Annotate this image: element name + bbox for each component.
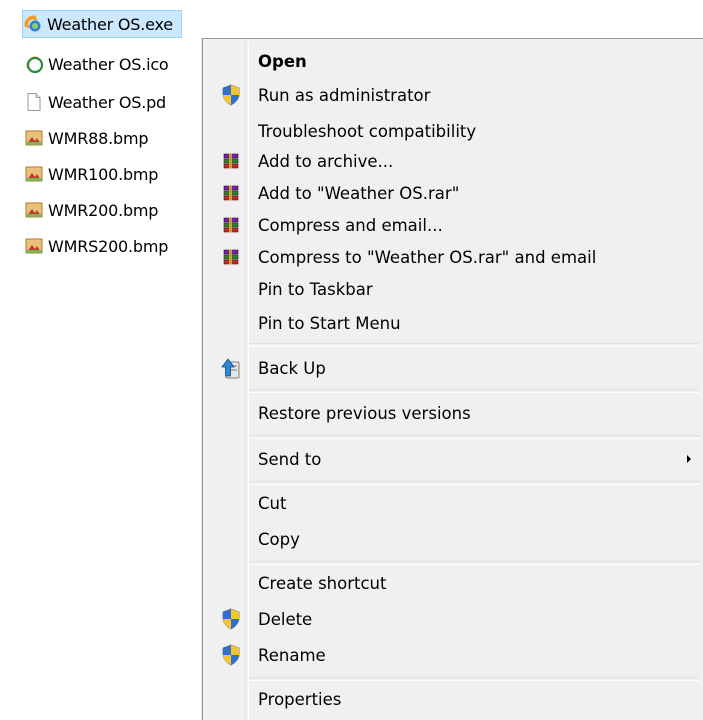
menu-item-compress-and-email[interactable]: Compress and email... [205, 209, 701, 241]
menu-item-label: Add to "Weather OS.rar" [258, 183, 460, 203]
weather-os-app-icon [23, 14, 43, 34]
desktop-window: Weather OS.exe Weather OS.ico Weather OS… [0, 0, 703, 720]
menu-item-pin-to-start-menu[interactable]: Pin to Start Menu [205, 307, 701, 339]
uac-shield-icon [219, 607, 243, 631]
menu-item-label: Properties [258, 689, 342, 709]
menu-item-back-up[interactable]: Back Up [205, 352, 701, 384]
file-name: Weather OS.ico [48, 54, 169, 74]
menu-item-add-to-weather-os-rar[interactable]: Add to "Weather OS.rar" [205, 177, 701, 209]
menu-item-label: Pin to Taskbar [258, 279, 373, 299]
winrar-books-icon [219, 149, 243, 173]
menu-item-restore-previous-versions[interactable]: Restore previous versions [205, 397, 701, 429]
winrar-books-icon [219, 213, 243, 237]
menu-item-send-to[interactable]: Send to [205, 443, 701, 475]
uac-shield-icon [219, 643, 243, 667]
bitmap-image-icon [24, 164, 44, 184]
menu-item-label: Troubleshoot compatibility [258, 121, 477, 141]
menu-separator [249, 343, 699, 347]
menu-separator [249, 561, 699, 565]
submenu-arrow-icon [687, 455, 691, 463]
menu-item-compress-to-rar-and-email[interactable]: Compress to "Weather OS.rar" and email [205, 241, 701, 273]
file-item-wmr200-bmp[interactable]: WMR200.bmp [24, 196, 158, 224]
menu-item-label: Create shortcut [258, 573, 387, 593]
file-name: WMRS200.bmp [48, 236, 169, 256]
file-item-wmr88-bmp[interactable]: WMR88.bmp [24, 124, 148, 152]
menu-item-cut[interactable]: Cut [205, 487, 701, 519]
uac-shield-icon [219, 83, 243, 107]
menu-item-label: Compress to "Weather OS.rar" and email [258, 247, 597, 267]
menu-separator [249, 677, 699, 681]
menu-item-label: Open [258, 51, 307, 71]
backup-arrow-icon [219, 356, 243, 380]
winrar-books-icon [219, 181, 243, 205]
menu-separator [249, 389, 699, 393]
file-name: Weather OS.exe [47, 14, 173, 34]
file-name: WMR100.bmp [48, 164, 159, 184]
context-menu: Open Run as administrator Troubleshoot c… [202, 38, 703, 720]
weather-os-ico-icon [24, 54, 44, 74]
menu-item-run-as-administrator[interactable]: Run as administrator [205, 79, 701, 111]
file-item-weather-os-pd[interactable]: Weather OS.pd [24, 88, 166, 116]
menu-item-troubleshoot-compatibility[interactable]: Troubleshoot compatibility [205, 115, 701, 147]
menu-item-open[interactable]: Open [205, 45, 701, 77]
bitmap-image-icon [24, 200, 44, 220]
menu-separator [249, 481, 699, 485]
file-list: Weather OS.exe Weather OS.ico Weather OS… [0, 0, 210, 270]
file-item-weather-os-ico[interactable]: Weather OS.ico [24, 50, 169, 78]
menu-item-copy[interactable]: Copy [205, 523, 701, 555]
winrar-books-icon [219, 245, 243, 269]
file-item-wmrs200-bmp[interactable]: WMRS200.bmp [24, 232, 168, 260]
menu-item-label: Send to [258, 449, 322, 469]
menu-item-label: Run as administrator [258, 85, 431, 105]
menu-item-properties[interactable]: Properties [205, 683, 701, 715]
menu-item-rename[interactable]: Rename [205, 639, 701, 671]
menu-item-label: Rename [258, 645, 326, 665]
menu-separator [249, 435, 699, 439]
menu-item-label: Back Up [258, 358, 326, 378]
menu-item-label: Restore previous versions [258, 403, 471, 423]
menu-item-label: Pin to Start Menu [258, 313, 401, 333]
file-item-wmr100-bmp[interactable]: WMR100.bmp [24, 160, 158, 188]
menu-item-delete[interactable]: Delete [205, 603, 701, 635]
file-item-weather-os-exe[interactable]: Weather OS.exe [22, 10, 182, 38]
bitmap-image-icon [24, 236, 44, 256]
blank-file-icon [24, 92, 44, 112]
menu-item-label: Cut [258, 493, 287, 513]
file-name: Weather OS.pd [48, 92, 167, 112]
menu-item-label: Compress and email... [258, 215, 443, 235]
menu-item-label: Delete [258, 609, 313, 629]
bitmap-image-icon [24, 128, 44, 148]
menu-item-create-shortcut[interactable]: Create shortcut [205, 567, 701, 599]
menu-item-add-to-archive[interactable]: Add to archive... [205, 145, 701, 177]
menu-item-pin-to-taskbar[interactable]: Pin to Taskbar [205, 273, 701, 305]
file-name: WMR88.bmp [48, 128, 149, 148]
menu-item-label: Add to archive... [258, 151, 394, 171]
menu-item-label: Copy [258, 529, 300, 549]
file-name: WMR200.bmp [48, 200, 159, 220]
